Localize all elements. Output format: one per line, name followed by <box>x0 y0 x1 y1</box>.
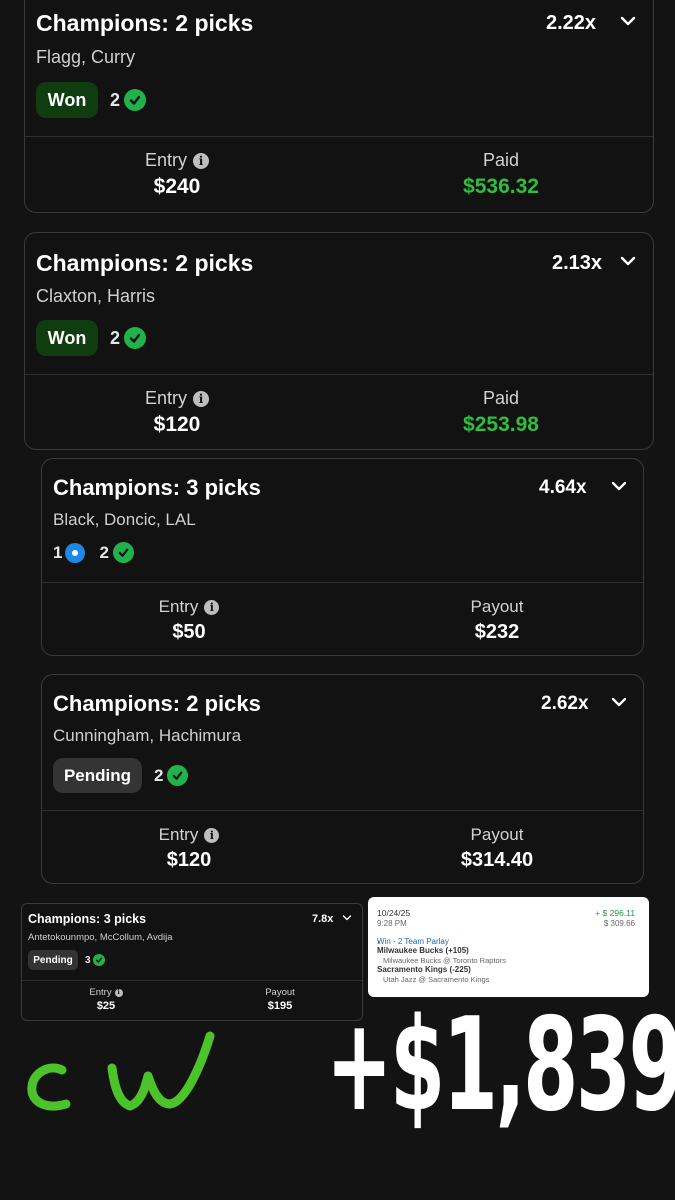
receipt-pick: Milwaukee Bucks (+105) <box>377 946 469 955</box>
card-multiplier: 2.22x <box>546 12 597 34</box>
result-label: Paid <box>482 388 520 408</box>
result-label: Payout <box>265 987 295 998</box>
receipt-time: 9:28 PM <box>377 919 407 928</box>
card-title: Champions: 2 picks <box>36 250 254 276</box>
info-icon[interactable]: i <box>114 988 123 997</box>
divider <box>42 810 643 811</box>
entry-value: $120 <box>153 413 201 436</box>
card-players: Antetokounmpo, McCollum, Avdija <box>28 932 173 943</box>
result-value: $314.40 <box>460 849 534 871</box>
receipt-game: Utah Jazz @ Sacramento Kings <box>383 975 490 984</box>
pending-count: 1 <box>53 542 63 562</box>
result-value: $536.32 <box>463 175 539 198</box>
check-count: 2 <box>154 765 164 785</box>
check-icon <box>167 765 189 786</box>
entry-label: Entry <box>89 987 112 998</box>
result-value: $232 <box>474 621 520 643</box>
divider <box>42 582 643 583</box>
divider <box>22 980 362 981</box>
result-value: $253.98 <box>463 413 539 436</box>
entry-value: $240 <box>153 175 201 198</box>
info-icon[interactable]: i <box>204 827 220 843</box>
receipt-date: 10/24/25 <box>377 908 411 918</box>
pick-card[interactable]: Champions: 2 picks 2.22x Flagg, Curry Wo… <box>24 0 654 213</box>
entry-label: Entry <box>158 825 199 844</box>
card-title: Champions: 2 picks <box>53 691 261 716</box>
result-value: $195 <box>267 1000 293 1012</box>
chevron-down-icon[interactable] <box>619 14 637 28</box>
check-count: 3 <box>85 954 91 966</box>
card-multiplier: 4.64x <box>539 477 587 498</box>
check-icon <box>112 542 134 563</box>
status-badge: Pending <box>53 758 142 793</box>
status-badge: Won <box>36 320 98 356</box>
pending-dot-icon <box>65 542 86 563</box>
result-label: Payout <box>470 825 524 844</box>
entry-value: $25 <box>96 1000 116 1012</box>
divider <box>25 374 653 375</box>
info-icon[interactable]: i <box>193 390 209 407</box>
card-title: Champions: 3 picks <box>53 475 261 500</box>
chevron-down-icon[interactable] <box>619 254 637 268</box>
entry-label: Entry <box>144 150 187 170</box>
check-icon <box>92 954 105 966</box>
check-icon <box>124 89 147 111</box>
divider <box>25 136 653 137</box>
card-multiplier: 2.13x <box>552 252 603 274</box>
result-label: Paid <box>482 150 520 170</box>
pick-card[interactable]: Champions: 3 picks 4.64x Black, Doncic, … <box>41 458 644 656</box>
chevron-down-icon[interactable] <box>610 695 628 709</box>
result-label: Payout <box>470 597 524 616</box>
receipt-pick: Sacramento Kings (-225) <box>377 965 471 974</box>
entry-value: $120 <box>166 849 212 871</box>
receipt-total: $ 309.66 <box>603 919 635 928</box>
info-icon[interactable]: i <box>193 152 209 169</box>
pick-card[interactable]: Champions: 3 picks 7.8x Antetokounmpo, M… <box>21 903 363 1021</box>
receipt-game: Milwaukee Bucks @ Toronto Raptors <box>383 956 506 965</box>
card-players: Black, Doncic, LAL <box>53 510 196 529</box>
chevron-down-icon[interactable] <box>342 914 352 922</box>
pick-card[interactable]: Champions: 2 picks 2.13x Claxton, Harris… <box>24 232 654 450</box>
check-count: 2 <box>110 327 121 348</box>
pick-card[interactable]: Champions: 2 picks 2.62x Cunningham, Hac… <box>41 674 644 884</box>
card-title: Champions: 2 picks <box>36 10 254 36</box>
check-count: 2 <box>110 89 121 110</box>
bet-type-label: Win - 2 Team Parlay <box>377 937 449 946</box>
card-multiplier: 2.62x <box>541 693 589 714</box>
check-count: 2 <box>99 542 109 562</box>
card-players: Claxton, Harris <box>36 286 156 306</box>
entry-label: Entry <box>144 388 187 408</box>
info-icon[interactable]: i <box>204 599 220 615</box>
check-icon <box>124 327 147 349</box>
status-badge: Pending <box>28 950 78 970</box>
chevron-right-icon: › <box>377 937 380 946</box>
entry-value: $50 <box>172 621 206 643</box>
card-players: Cunningham, Hachimura <box>53 726 242 745</box>
card-title: Champions: 3 picks <box>28 912 147 926</box>
total-profit-overlay: +$1,839 <box>326 991 675 1140</box>
receipt-profit: + $ 296.11 <box>595 908 635 918</box>
bet-receipt: 10/24/25 9:28 PM + $ 296.11 $ 309.66 Win… <box>368 897 649 997</box>
entry-label: Entry <box>158 597 199 616</box>
status-badge: Won <box>36 82 98 118</box>
handwritten-cw <box>27 1031 215 1111</box>
card-multiplier: 7.8x <box>312 913 334 925</box>
card-players: Flagg, Curry <box>36 47 136 67</box>
chevron-down-icon[interactable] <box>610 479 628 493</box>
